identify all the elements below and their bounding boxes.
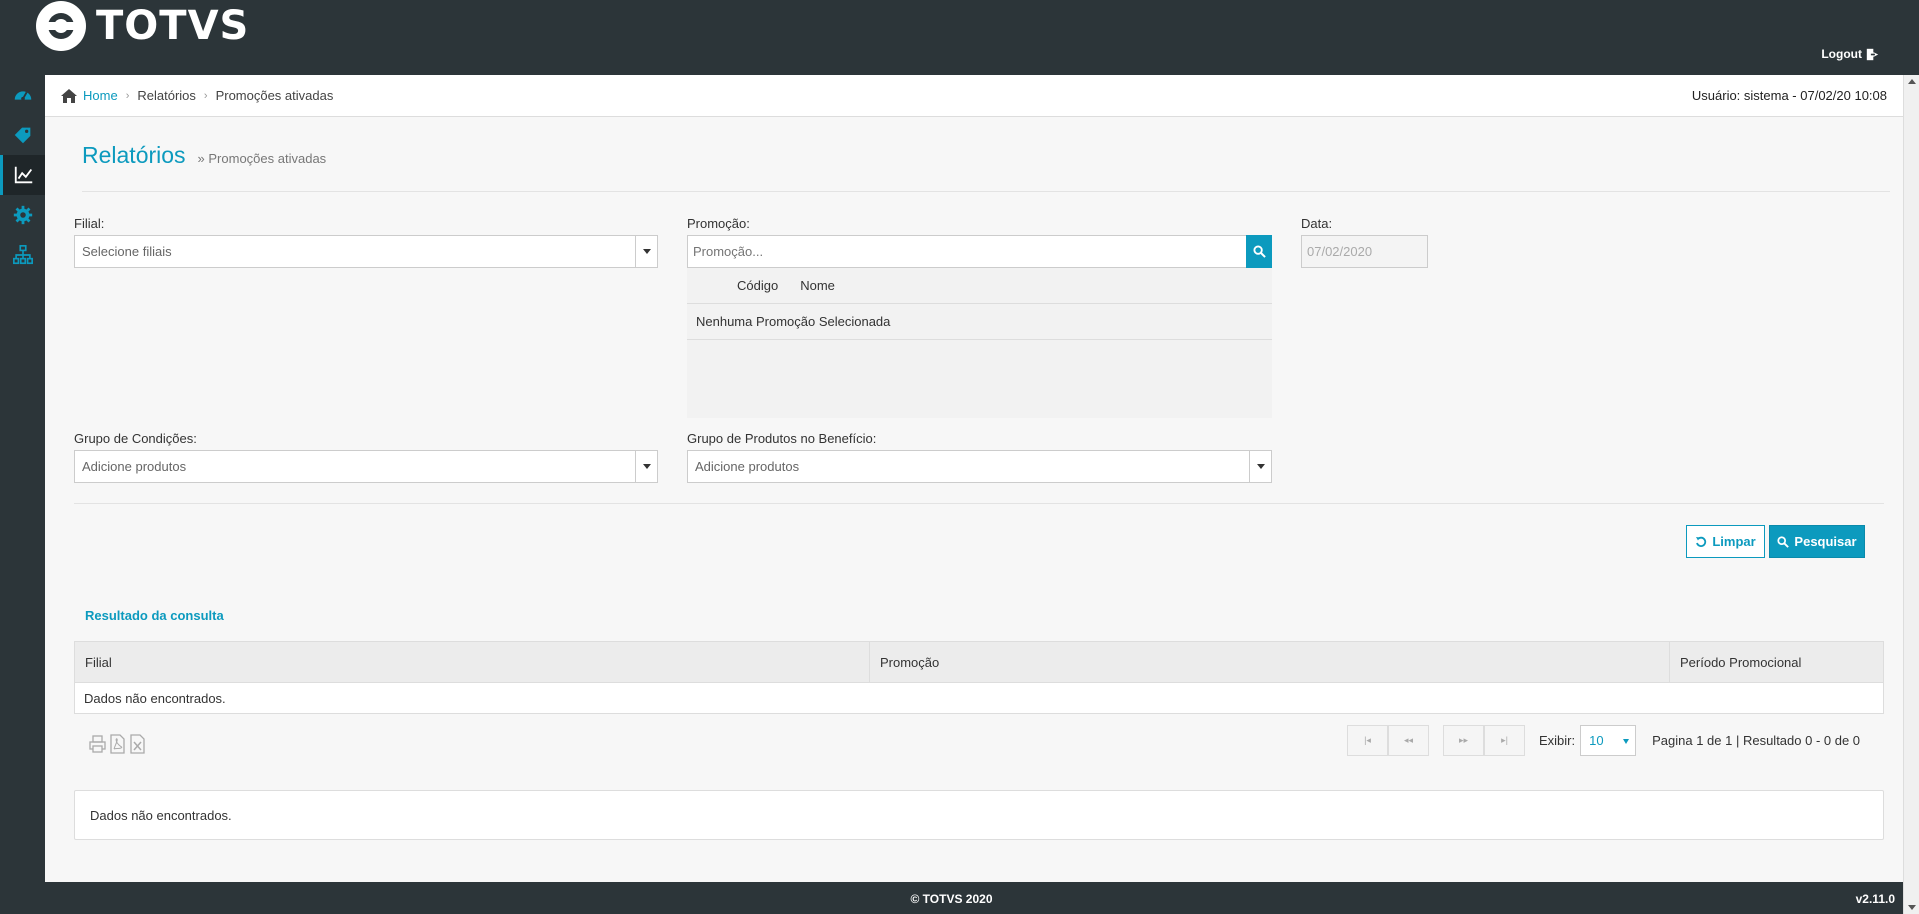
footer: © TOTVS 2020 v2.11.0 (0, 882, 1903, 914)
top-header: TOTVS Logout (0, 0, 1919, 75)
results-empty-text: Dados não encontrados. (84, 690, 226, 706)
sidebar-item-dashboard[interactable] (0, 75, 45, 115)
pesquisar-label: Pesquisar (1794, 534, 1857, 549)
table-row: Dados não encontrados. (75, 683, 1883, 713)
breadcrumb: Home › Relatórios › Promoções ativadas U… (45, 75, 1903, 117)
sign-out-icon (1866, 48, 1879, 60)
pdf-export-icon[interactable] (108, 734, 127, 754)
results-table-header: Filial Promoção Período Promocional (75, 642, 1883, 683)
breadcrumb-home-label: Home (83, 88, 118, 103)
home-icon (61, 88, 77, 103)
empty-results-panel: Dados não encontrados. (74, 790, 1884, 840)
copyright-text: © TOTVS 2020 (910, 892, 993, 906)
caret-down-icon[interactable] (635, 451, 657, 482)
section-divider (74, 503, 1884, 504)
page-subtitle: » Promoções ativadas (197, 151, 327, 166)
data-label: Data: (1301, 216, 1333, 231)
page-header: Relatórios » Promoções ativadas (82, 142, 1890, 192)
sidebar-item-reports[interactable] (0, 155, 45, 195)
last-page-button[interactable]: ▸| (1484, 725, 1525, 756)
limpar-button[interactable]: Limpar (1686, 525, 1765, 558)
filial-label: Filial: (74, 216, 105, 231)
limpar-label: Limpar (1712, 534, 1756, 549)
promocao-empty-row: Nenhuma Promoção Selecionada (687, 304, 1272, 340)
logout-label: Logout (1821, 47, 1862, 61)
print-icon[interactable] (88, 734, 107, 754)
next-page-button[interactable]: ▸▸ (1443, 725, 1484, 756)
caret-down-icon[interactable] (635, 236, 657, 267)
excel-export-icon[interactable] (128, 734, 147, 754)
breadcrumb-home[interactable]: Home (61, 88, 118, 103)
filial-select[interactable]: Selecione filiais (74, 235, 658, 268)
user-info: Usuário: sistema - 07/02/20 10:08 (1691, 88, 1887, 103)
page-info: Pagina 1 de 1 | Resultado 0 - 0 de 0 (1652, 733, 1861, 748)
prev-page-button[interactable]: ◂◂ (1388, 725, 1429, 756)
grupo-produtos-select[interactable]: Adicione produtos (687, 450, 1272, 483)
sidebar-item-promotions[interactable] (0, 115, 45, 155)
logo-text: TOTVS (96, 3, 250, 49)
search-icon (1777, 535, 1790, 548)
breadcrumb-separator: › (125, 89, 130, 102)
vertical-scrollbar[interactable] (1903, 75, 1919, 914)
pagination: |◂ ◂◂ ▸▸ ▸| Exibir: 10 Pagina 1 de 1 | R… (1347, 725, 1860, 756)
promocao-search-input[interactable] (687, 235, 1247, 268)
grupo-condicoes-label: Grupo de Condições: (74, 431, 197, 446)
scroll-up-icon[interactable] (1908, 79, 1916, 84)
grupo-produtos-label: Grupo de Produtos no Benefício: (687, 431, 877, 446)
dashboard-icon (14, 91, 31, 101)
page-title: Relatórios (82, 142, 186, 168)
promocao-search-button[interactable] (1246, 235, 1272, 268)
page-size-select[interactable]: 10 (1580, 725, 1637, 756)
caret-down-icon[interactable] (1249, 451, 1271, 482)
main-content: Home › Relatórios › Promoções ativadas U… (45, 75, 1903, 882)
sitemap-icon (12, 245, 33, 265)
sidebar-item-settings[interactable] (0, 195, 45, 235)
grupo-condicoes-select[interactable]: Adicione produtos (74, 450, 658, 483)
column-header-promocao[interactable]: Promoção (870, 642, 1670, 682)
totvs-logo: TOTVS (36, 0, 249, 52)
tags-icon (14, 127, 30, 144)
column-header-codigo[interactable]: Código (737, 278, 778, 293)
results-title: Resultado da consulta (85, 608, 224, 623)
sidebar-item-structure[interactable] (0, 235, 45, 275)
column-header-nome[interactable]: Nome (800, 278, 835, 293)
totvs-logo-mark-icon (36, 1, 86, 51)
breadcrumb-separator: › (203, 89, 208, 102)
breadcrumb-item-reports[interactable]: Relatórios (137, 88, 196, 103)
promocao-label: Promoção: (687, 216, 750, 231)
first-page-button[interactable]: |◂ (1347, 725, 1388, 756)
page-size-label: Exibir: (1539, 733, 1576, 748)
scroll-down-icon[interactable] (1908, 905, 1916, 910)
pesquisar-button[interactable]: Pesquisar (1769, 525, 1865, 558)
grupo-produtos-placeholder: Adicione produtos (695, 459, 800, 474)
promocao-selected-table: Código Nome Nenhuma Promoção Selecionada (687, 268, 1272, 418)
promocao-empty-text: Nenhuma Promoção Selecionada (696, 314, 891, 329)
grupo-condicoes-placeholder: Adicione produtos (82, 459, 187, 474)
search-icon (1252, 245, 1266, 258)
sidebar (0, 75, 45, 882)
logout-button[interactable]: Logout (1821, 47, 1879, 61)
export-toolbar (88, 734, 147, 754)
column-header-filial[interactable]: Filial (75, 642, 870, 682)
version-text: v2.11.0 (1855, 892, 1895, 906)
data-input (1301, 235, 1428, 268)
breadcrumb-item-current: Promoções ativadas (215, 88, 334, 103)
results-table: Filial Promoção Período Promocional Dado… (74, 641, 1884, 714)
promocao-table-header: Código Nome (687, 268, 1272, 304)
undo-icon (1696, 536, 1707, 547)
filial-select-placeholder: Selecione filiais (82, 244, 172, 259)
gear-icon (13, 205, 32, 225)
line-chart-icon (14, 166, 33, 184)
empty-panel-text: Dados não encontrados. (90, 807, 232, 823)
column-header-periodo[interactable]: Período Promocional (1670, 642, 1883, 682)
